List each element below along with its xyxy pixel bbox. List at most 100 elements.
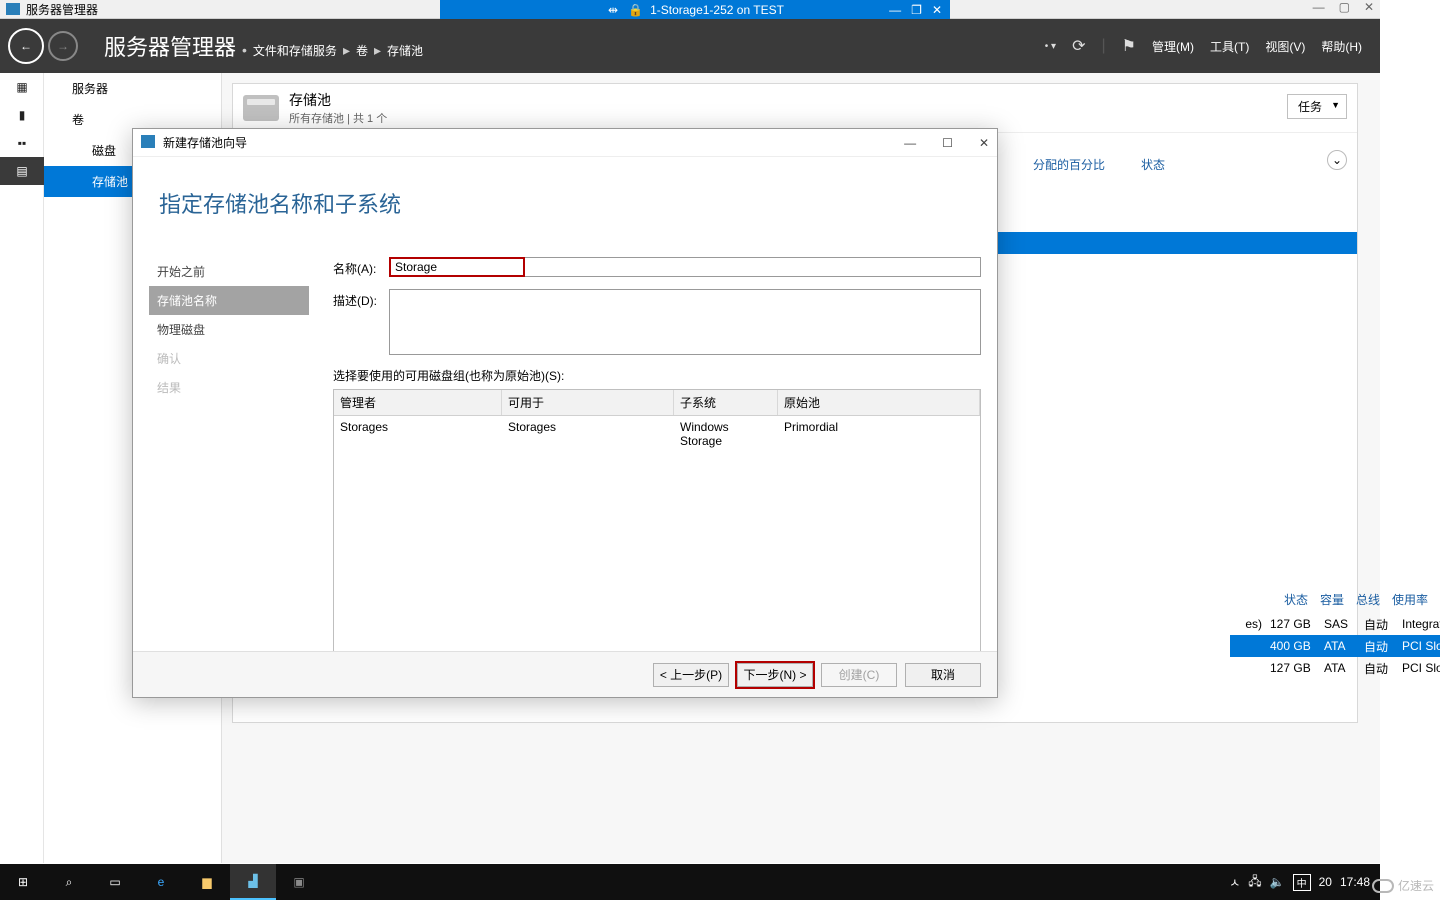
- crumb-root[interactable]: 服务器管理器: [104, 30, 236, 62]
- explorer-icon[interactable]: ▆: [184, 864, 230, 900]
- grid-header: 管理者 可用于 子系统 原始池: [334, 390, 980, 416]
- new-storage-pool-wizard: 新建存储池向导 — ☐ ✕ 指定存储池名称和子系统 开始之前 存储池名称 物理磁…: [132, 128, 998, 698]
- dropdown-icon[interactable]: • ▾: [1045, 41, 1056, 52]
- header-menu: • ▾ ⟳ | ⚑ 管理(M) 工具(T) 视图(V) 帮助(H): [1045, 36, 1380, 56]
- col-subsystem[interactable]: 子系统: [674, 390, 778, 415]
- step-name[interactable]: 存储池名称: [149, 286, 309, 315]
- tray-network-icon[interactable]: 🖧: [1248, 872, 1261, 893]
- wizard-heading: 指定存储池名称和子系统: [133, 157, 997, 219]
- wizard-minimize-icon[interactable]: —: [904, 136, 916, 150]
- maximize-icon[interactable]: ▢: [1339, 0, 1350, 14]
- col-use[interactable]: 可用于: [502, 390, 674, 415]
- prev-button[interactable]: < 上一步(P): [653, 663, 729, 687]
- desc-label: 描述(D):: [333, 289, 389, 309]
- phys-col-status[interactable]: 状态: [1284, 591, 1308, 608]
- wizard-close-icon[interactable]: ✕: [979, 136, 989, 150]
- rail-dashboard-icon[interactable]: ▦: [0, 73, 44, 101]
- tray-time[interactable]: 17:48: [1340, 875, 1370, 889]
- lock-icon[interactable]: 🔒: [628, 3, 642, 17]
- remote-window-controls: — ❐ ✕: [889, 3, 942, 17]
- watermark-text: 亿速云: [1398, 877, 1434, 894]
- desc-field-row: 描述(D):: [333, 289, 981, 355]
- ie-icon[interactable]: e: [138, 864, 184, 900]
- remote-restore-icon[interactable]: ❐: [911, 3, 922, 17]
- phys-columns: 状态 容量 总线 使用率 席盘: [1284, 591, 1440, 608]
- remote-close-icon[interactable]: ✕: [932, 3, 942, 17]
- breadcrumb: 服务器管理器 • 文件和存储服务 ▸ 卷 ▸ 存储池: [104, 30, 423, 62]
- start-button[interactable]: ⊞: [0, 864, 46, 900]
- tray-extra: 20: [1319, 875, 1332, 889]
- rail-allservers-icon[interactable]: ▪▪: [0, 129, 44, 157]
- rail-storage-icon[interactable]: ▤: [0, 157, 44, 185]
- col-primordial[interactable]: 原始池: [778, 390, 980, 415]
- wizard-window-controls: — ☐ ✕: [904, 136, 989, 150]
- app-icon[interactable]: ▣: [276, 864, 322, 900]
- menu-manage[interactable]: 管理(M): [1152, 38, 1194, 55]
- phys-rows: es) 127 GB SAS 自动 Integrated : Adapter 4…: [1230, 613, 1440, 679]
- server-manager-taskbar-icon[interactable]: ▟: [230, 864, 276, 900]
- wizard-titlebar: 新建存储池向导 — ☐ ✕: [133, 129, 997, 157]
- step-physical[interactable]: 物理磁盘: [149, 315, 309, 344]
- step-confirm: 确认: [149, 344, 309, 373]
- refresh-icon[interactable]: ⟳: [1072, 36, 1085, 56]
- pool-header: 存储池 所有存储池 | 共 1 个: [233, 84, 1357, 133]
- wizard-footer: < 上一步(P) 下一步(N) > 创建(C) 取消: [133, 651, 997, 697]
- col-alloc[interactable]: 分配的百分比: [1033, 156, 1105, 173]
- pool-name-input[interactable]: [389, 257, 525, 277]
- storage-pool-icon: [243, 95, 279, 121]
- grid-row[interactable]: Storages Storages Windows Storage Primor…: [334, 416, 980, 452]
- wizard-title: 新建存储池向导: [141, 134, 247, 151]
- cancel-button[interactable]: 取消: [905, 663, 981, 687]
- phys-row-selected[interactable]: 400 GB ATA 自动 PCI Slot 0 : Adapter 0: [1230, 635, 1440, 657]
- pool-desc-input[interactable]: [389, 289, 981, 355]
- minimize-icon[interactable]: —: [1313, 0, 1325, 14]
- remote-title: 1-Storage1-252 on TEST: [650, 3, 784, 17]
- tasks-dropdown[interactable]: 任务: [1287, 94, 1347, 119]
- remote-minimize-icon[interactable]: —: [889, 3, 901, 17]
- nav-servers[interactable]: 服务器: [44, 73, 221, 104]
- task-view-icon[interactable]: ▭: [92, 864, 138, 900]
- tray-ime[interactable]: 中: [1293, 874, 1311, 891]
- name-field-row: 名称(A):: [333, 257, 981, 277]
- collapse-button[interactable]: ⌄: [1327, 150, 1347, 170]
- crumb-volumes[interactable]: 卷: [356, 42, 368, 59]
- col-status[interactable]: 状态: [1141, 156, 1165, 173]
- search-icon[interactable]: ⌕: [46, 864, 92, 900]
- pool-columns: 分配的百分比 状态: [1033, 156, 1165, 173]
- name-label: 名称(A):: [333, 257, 389, 277]
- phys-col-usage[interactable]: 使用率: [1392, 591, 1428, 608]
- pin-icon[interactable]: ⇹: [606, 3, 620, 17]
- watermark-icon: [1372, 879, 1394, 893]
- wizard-body: 指定存储池名称和子系统 开始之前 存储池名称 物理磁盘 确认 结果 名称(A):…: [133, 157, 997, 697]
- menu-view[interactable]: 视图(V): [1265, 38, 1305, 55]
- next-button[interactable]: 下一步(N) >: [737, 663, 813, 687]
- rail-servers-icon[interactable]: ▮: [0, 101, 44, 129]
- wizard-steps: 开始之前 存储池名称 物理磁盘 确认 结果: [149, 257, 309, 402]
- back-button[interactable]: ←: [8, 28, 44, 64]
- step-before[interactable]: 开始之前: [149, 257, 309, 286]
- menu-help[interactable]: 帮助(H): [1321, 38, 1362, 55]
- menu-tools[interactable]: 工具(T): [1210, 38, 1249, 55]
- taskbar: ⊞ ⌕ ▭ e ▆ ▟ ▣ ㅅ 🖧 🔈 中 20 17:48: [0, 864, 1380, 900]
- phys-col-bus[interactable]: 总线: [1356, 591, 1380, 608]
- disk-group-grid: 管理者 可用于 子系统 原始池 Storages Storages Window…: [333, 389, 981, 653]
- pool-name-input-ext[interactable]: [525, 257, 981, 277]
- col-manager[interactable]: 管理者: [334, 390, 502, 415]
- remote-connection-bar: ⇹ 🔒 1-Storage1-252 on TEST — ❐ ✕: [440, 0, 950, 19]
- step-result: 结果: [149, 373, 309, 402]
- phys-row[interactable]: es) 127 GB SAS 自动 Integrated : Adapter: [1230, 613, 1440, 635]
- crumb-services[interactable]: 文件和存储服务: [253, 42, 337, 59]
- pool-subtitle: 所有存储池 | 共 1 个: [289, 110, 387, 126]
- crumb-pool[interactable]: 存储池: [387, 42, 423, 59]
- forward-button[interactable]: →: [48, 31, 78, 61]
- wizard-maximize-icon[interactable]: ☐: [942, 136, 953, 150]
- system-tray: ㅅ 🖧 🔈 中 20 17:48: [1229, 872, 1380, 893]
- flag-icon[interactable]: ⚑: [1122, 36, 1136, 56]
- phys-row[interactable]: 127 GB ATA 自动 PCI Slot 1 : Adapter 0: [1230, 657, 1440, 679]
- tray-volume-icon[interactable]: 🔈: [1270, 875, 1285, 889]
- close-icon[interactable]: ✕: [1364, 0, 1374, 14]
- server-manager-header: ← → 服务器管理器 • 文件和存储服务 ▸ 卷 ▸ 存储池 • ▾ ⟳ | ⚑…: [0, 19, 1380, 73]
- tray-chevron-icon[interactable]: ㅅ: [1229, 874, 1240, 891]
- icon-rail: ▦ ▮ ▪▪ ▤: [0, 73, 44, 863]
- phys-col-cap[interactable]: 容量: [1320, 591, 1344, 608]
